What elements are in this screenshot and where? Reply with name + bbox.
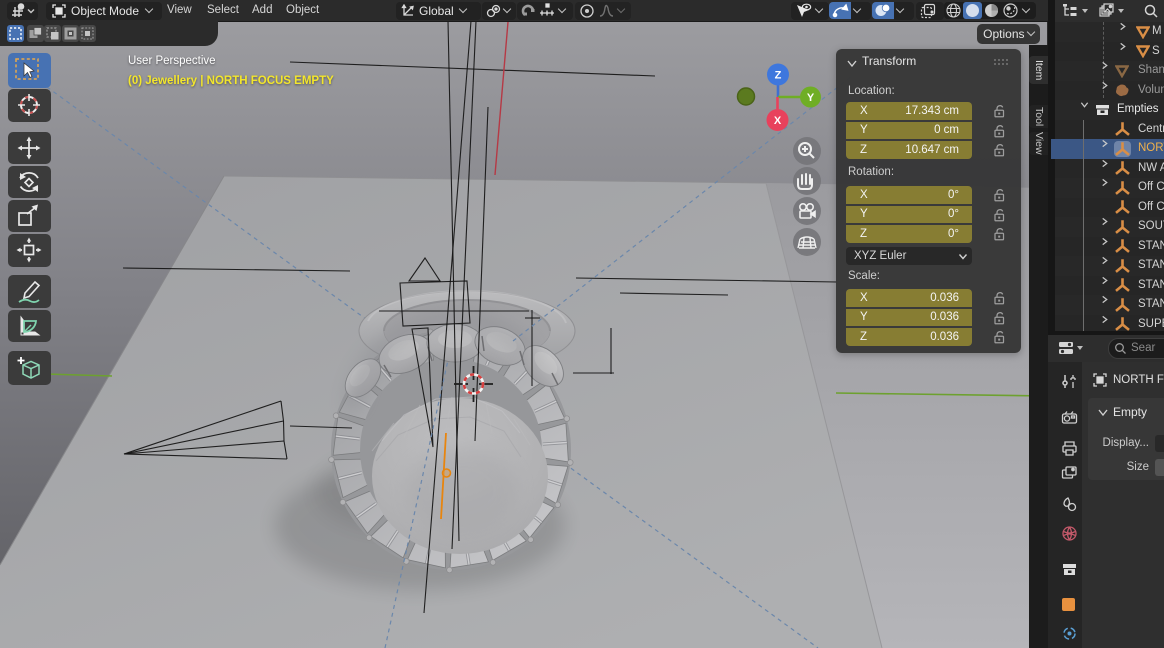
svg-text:Z: Z — [775, 70, 782, 82]
svg-text:X: X — [774, 115, 782, 127]
svg-text:Y: Y — [807, 92, 815, 104]
